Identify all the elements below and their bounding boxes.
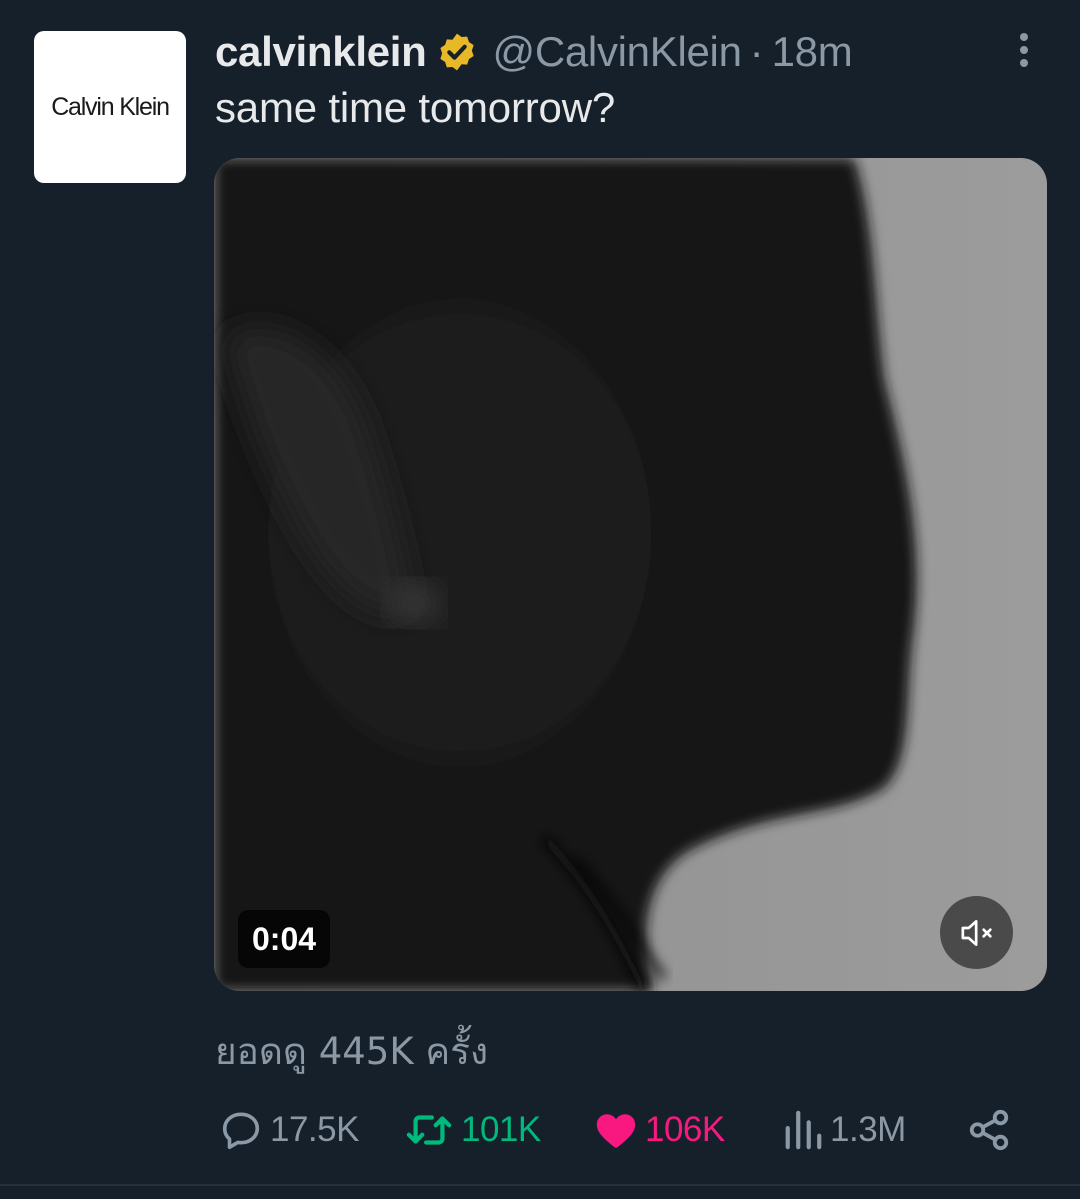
retweet-button[interactable]: 101K xyxy=(403,1100,541,1160)
views-button[interactable]: 1.3M xyxy=(782,1100,906,1160)
share-button[interactable] xyxy=(966,1100,1012,1160)
reply-count: 17.5K xyxy=(270,1110,359,1149)
views-count: 1.3M xyxy=(830,1110,906,1149)
tweet[interactable]: Calvin Klein calvinklein @CalvinKlein · … xyxy=(0,0,1080,1199)
retweet-count: 101K xyxy=(461,1110,541,1149)
video-player[interactable]: 0:04 xyxy=(214,158,1047,991)
tweet-timestamp[interactable]: 18m xyxy=(772,28,853,76)
like-button[interactable]: 106K xyxy=(593,1100,725,1160)
tweet-text: same time tomorrow? xyxy=(215,84,615,131)
share-icon xyxy=(969,1109,1009,1151)
bar-chart-icon xyxy=(785,1110,822,1150)
retweet-icon xyxy=(406,1115,452,1145)
user-handle[interactable]: @CalvinKlein xyxy=(492,28,741,76)
more-vertical-icon[interactable] xyxy=(1008,30,1040,70)
action-bar: 17.5K 101K 106K 1.3M xyxy=(0,1100,1080,1160)
mute-button[interactable] xyxy=(940,896,1013,969)
reply-bubble-icon xyxy=(222,1112,260,1150)
video-frame xyxy=(214,158,1047,991)
separator-dot: · xyxy=(749,28,764,75)
divider xyxy=(0,1184,1080,1186)
tweet-header: calvinklein @CalvinKlein · 18m xyxy=(215,28,853,76)
view-count-label: ยอดดู 445K ครั้ง xyxy=(215,1030,489,1073)
avatar[interactable]: Calvin Klein xyxy=(34,31,186,183)
like-count: 106K xyxy=(645,1110,725,1149)
speaker-muted-icon xyxy=(961,919,992,946)
video-duration-badge: 0:04 xyxy=(238,910,331,968)
reply-button[interactable]: 17.5K xyxy=(218,1100,359,1160)
calvin-klein-logo: Calvin Klein xyxy=(51,92,170,121)
gold-verified-badge-icon[interactable] xyxy=(436,31,478,73)
heart-filled-icon xyxy=(596,1114,636,1148)
display-name[interactable]: calvinklein xyxy=(215,28,427,76)
